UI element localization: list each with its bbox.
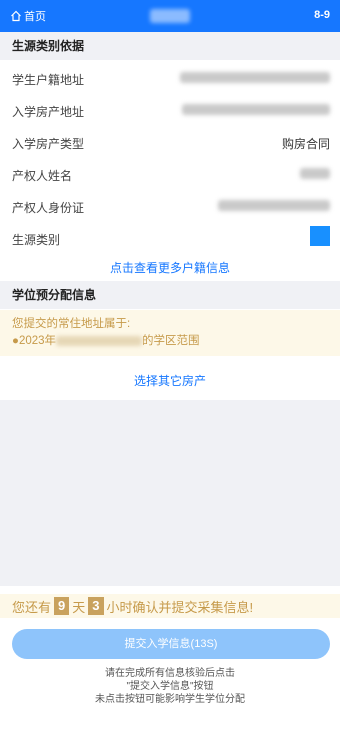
home-label: 首页 [24,11,46,23]
notice-line2: ●2023年 的学区范围 [12,333,328,350]
home-button[interactable]: 首页 [10,8,46,24]
info-row-household-address: 学生户籍地址 [0,62,340,94]
row-label: 产权人姓名 [12,169,73,183]
countdown-days: 9 [54,597,70,615]
countdown-suffix: 小时确认并提交采集信息! [106,599,254,615]
hint-line3: 未点击按钮可能影响学生学位分配 [95,694,245,705]
redacted-value [218,200,330,211]
row-label: 产权人身份证 [12,201,85,215]
row-label: 生源类别 [12,233,61,247]
redacted-school-district [56,335,143,346]
notice-suffix: 的学区范围 [142,335,200,347]
countdown-banner: 您还有 9 天 3 小时确认并提交采集信息! [0,594,340,618]
row-label: 学生户籍地址 [12,73,85,87]
submit-enrollment-button[interactable]: 提交入学信息(13S) [12,629,330,659]
empty-content-area [0,400,340,586]
top-right-label: 8-9 [314,9,330,21]
home-icon [11,10,21,22]
redacted-value [182,104,330,115]
info-row-owner-name: 产权人姓名 [0,158,340,190]
notice-prefix: ●2023年 [12,335,57,347]
redacted-value [180,72,330,83]
info-row-property-address: 入学房产地址 [0,94,340,126]
notice-line1: 您提交的常住地址属于: [12,318,131,330]
info-row-property-type: 入学房产类型 购房合同 [0,126,340,158]
top-bar: 首页 8-9 [0,0,340,32]
view-more-household-link[interactable]: 点击查看更多户籍信息 [0,259,340,276]
countdown-day-unit: 天 [72,599,86,615]
choose-other-property-link[interactable]: 选择其它房产 [0,372,340,389]
info-row-owner-id: 产权人身份证 [0,190,340,222]
section-title-source-basis: 生源类别依据 [0,32,340,60]
submit-hint: 请在完成所有信息核验后点击 "提交入学信息"按钮 未点击按钮可能影响学生学位分配 [0,667,340,706]
section-title-seat-allocation: 学位预分配信息 [0,281,340,309]
redacted-value [300,168,330,179]
page-title-redacted [150,9,190,23]
row-label: 入学房产地址 [12,105,85,119]
countdown-hours: 3 [88,597,104,615]
source-category-badge [310,226,330,246]
row-label: 入学房产类型 [12,137,85,151]
property-type-value: 购房合同 [281,137,330,151]
info-row-source-category: 生源类别 [0,222,340,254]
address-notice: 您提交的常住地址属于: ●2023年 的学区范围 [0,310,340,356]
hint-line2: "提交入学信息"按钮 [126,681,214,692]
countdown-prefix: 您还有 [12,599,52,615]
hint-line1: 请在完成所有信息核验后点击 [105,668,235,679]
